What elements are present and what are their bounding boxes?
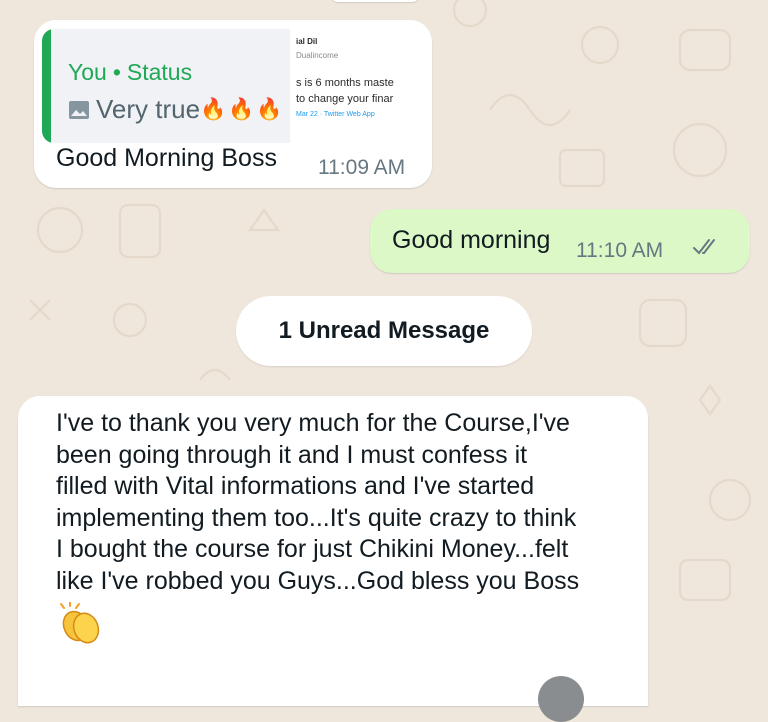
message-line: filled with Vital informations and I've … — [56, 472, 535, 500]
status-reply-bubble[interactable]: You • Status Very true 🔥🔥🔥 ial Dil Dualinc… — [34, 20, 432, 188]
unread-label: 1 Unread Message — [278, 317, 490, 344]
unread-messages-divider: 1 Unread Message — [236, 296, 532, 366]
thumbnail-line: Dualincome — [296, 51, 339, 60]
thumbnail-line: to change your finar — [296, 93, 394, 105]
quote-text: Very true 🔥🔥🔥 — [68, 94, 285, 125]
message-time: 11:10 AM — [576, 239, 664, 262]
quoted-status[interactable]: You • Status Very true 🔥🔥🔥 ial Dil Dualinc… — [42, 29, 424, 143]
double-check-icon — [693, 239, 715, 255]
quote-source: Status — [126, 59, 193, 85]
status-thumbnail: ial Dil Dualincome s is 6 months maste t… — [290, 29, 424, 143]
quote-author: You • Status — [68, 59, 192, 86]
message-line: I've to thank you very much for the Cour… — [56, 409, 570, 437]
clapping-hands-icon — [60, 602, 100, 644]
message-line: been going through it and I must confess… — [56, 440, 528, 469]
quote-separator: • — [112, 59, 121, 85]
message-text: Good Morning Boss — [56, 144, 277, 172]
message-line: implementing them too...It's quite crazy… — [56, 503, 577, 532]
fire-emoji: 🔥🔥🔥 — [200, 97, 285, 121]
message-text: Good morning — [392, 226, 551, 254]
thumbnail-line: s is 6 months maste — [296, 77, 394, 89]
quote-caption: Very true — [96, 94, 201, 124]
message-text: I've to thank you very much for the Cour… — [56, 408, 636, 597]
outgoing-message-bubble[interactable]: Good morning 11:10 AM — [370, 209, 750, 273]
photo-icon — [69, 100, 89, 119]
message-time: 11:09 AM — [318, 156, 406, 179]
previous-message-edge — [330, 0, 420, 2]
thumbnail-line: Mar 22 · Twitter Web App — [296, 111, 375, 118]
quote-author-name: You — [68, 59, 107, 85]
quote-accent-bar — [42, 29, 51, 143]
scroll-down-button[interactable] — [538, 676, 584, 722]
message-line: I bought the course for just Chikini Mon… — [56, 535, 569, 563]
message-line: like I've robbed you Guys...God bless yo… — [56, 566, 580, 595]
thumbnail-line: ial Dil — [296, 37, 318, 46]
incoming-message-bubble[interactable]: I've to thank you very much for the Cour… — [18, 396, 648, 706]
